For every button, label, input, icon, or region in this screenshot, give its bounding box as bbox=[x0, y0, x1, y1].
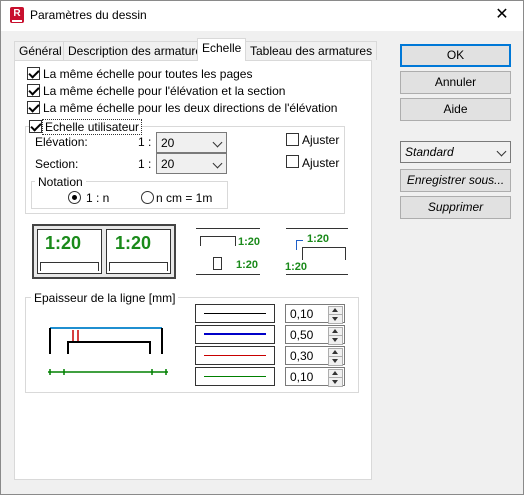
preview2-scale-bottom: 1:20 bbox=[236, 259, 259, 271]
line-thickness-illustration bbox=[48, 327, 168, 375]
preview2-bottom-line bbox=[196, 274, 260, 275]
preview2-scale-top: 1:20 bbox=[238, 236, 261, 248]
section-scale-select[interactable]: 20 bbox=[156, 153, 227, 174]
tab-general[interactable]: Général bbox=[14, 41, 67, 60]
user-scale-label: Echelle utilisateur bbox=[42, 119, 143, 135]
elevation-scale-select[interactable]: 20 bbox=[156, 132, 227, 153]
line-color-swatch-3[interactable] bbox=[195, 346, 275, 365]
section-prefix: 1 : bbox=[138, 157, 152, 171]
tab-tableau-armatures[interactable]: Tableau des armatures bbox=[245, 41, 378, 60]
user-scale-checkbox[interactable] bbox=[29, 120, 42, 133]
line-color-swatch-4[interactable] bbox=[195, 367, 275, 386]
same-scale-elev-section-checkbox[interactable] bbox=[27, 84, 40, 97]
chevron-down-icon bbox=[212, 137, 223, 148]
preview3-bottom-line bbox=[286, 274, 348, 275]
section-adjust-label: Ajuster bbox=[302, 156, 340, 170]
preview2-beam bbox=[200, 236, 236, 246]
window-title: Paramètres du dessin bbox=[30, 8, 147, 22]
close-icon[interactable]: ✕ bbox=[490, 4, 514, 26]
delete-button[interactable]: Supprimer bbox=[400, 196, 511, 219]
preview-scale-text: 1:20 bbox=[45, 233, 82, 253]
preview3-marker bbox=[296, 240, 297, 250]
preview-scale-text: 1:20 bbox=[115, 233, 152, 253]
elevation-prefix: 1 : bbox=[138, 135, 152, 149]
style-select[interactable]: Standard bbox=[400, 141, 511, 163]
thickness-spinner-1[interactable]: 0,10 bbox=[285, 304, 345, 324]
notation-ncm-label: n cm = 1m bbox=[156, 191, 213, 205]
section-label: Section: bbox=[35, 157, 79, 171]
tab-description-armatures[interactable]: Description des armatures bbox=[63, 41, 214, 60]
notation-label: Notation bbox=[35, 175, 86, 189]
notation-1n-label: 1 : n bbox=[86, 191, 110, 205]
preview-beam bbox=[109, 262, 168, 271]
line-color-swatch-2[interactable] bbox=[195, 325, 275, 344]
notation-1n-radio[interactable] bbox=[68, 191, 81, 204]
chevron-down-icon bbox=[212, 158, 223, 169]
preview3-top-line bbox=[286, 228, 348, 229]
chevron-down-icon bbox=[496, 146, 507, 157]
tab-echelle[interactable]: Echelle bbox=[197, 38, 247, 61]
ok-button[interactable]: OK bbox=[400, 44, 511, 67]
help-button[interactable]: Aide bbox=[400, 98, 511, 121]
preview3-scale-bottom: 1:20 bbox=[285, 261, 308, 273]
line-color-swatch-1[interactable] bbox=[195, 304, 275, 323]
same-scale-both-dirs-checkbox[interactable] bbox=[27, 101, 40, 114]
line-thickness-label: Epaisseur de la ligne [mm] bbox=[31, 291, 179, 305]
same-scale-both-dirs-label: La même échelle pour les deux directions… bbox=[43, 101, 338, 115]
elevation-adjust-checkbox[interactable] bbox=[286, 133, 299, 146]
thickness-spinner-4[interactable]: 0,10 bbox=[285, 367, 345, 387]
preview3-scale-top: 1:20 bbox=[307, 233, 330, 245]
same-scale-all-pages-checkbox[interactable] bbox=[27, 67, 40, 80]
notation-ncm-radio[interactable] bbox=[141, 191, 154, 204]
preview3-marker bbox=[296, 240, 303, 241]
thickness-spinner-3[interactable]: 0,30 bbox=[285, 346, 345, 366]
preview2-top-line bbox=[196, 228, 260, 229]
cancel-button[interactable]: Annuler bbox=[400, 71, 511, 94]
thickness-spinner-2[interactable]: 0,50 bbox=[285, 325, 345, 345]
elevation-label: Elévation: bbox=[35, 135, 88, 149]
preview-beam bbox=[40, 262, 99, 271]
save-as-button[interactable]: Enregistrer sous... bbox=[400, 169, 511, 192]
preview2-section bbox=[213, 257, 222, 270]
elevation-adjust-label: Ajuster bbox=[302, 133, 340, 147]
same-scale-elev-section-label: La même échelle pour l'élévation et la s… bbox=[43, 84, 286, 98]
section-adjust-checkbox[interactable] bbox=[286, 155, 299, 168]
same-scale-all-pages-label: La même échelle pour toutes les pages bbox=[43, 67, 253, 81]
app-icon: R bbox=[10, 7, 24, 23]
preview3-beam bbox=[302, 247, 346, 260]
